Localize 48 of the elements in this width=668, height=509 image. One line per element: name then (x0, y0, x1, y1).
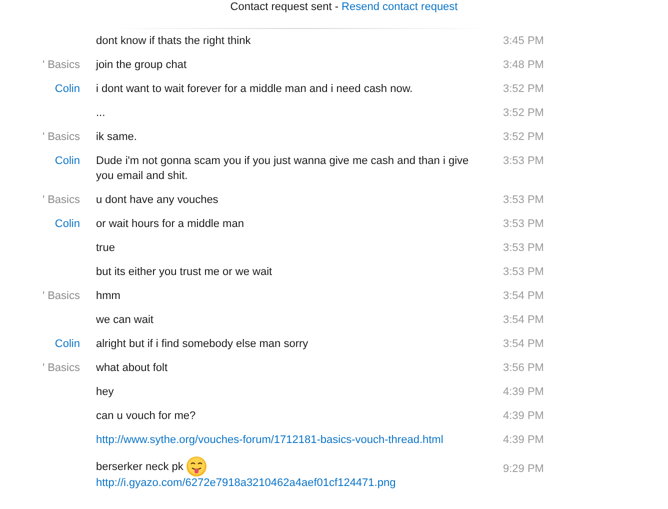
sender-name: ' Basics (42, 193, 80, 207)
message-time: 3:45 PM (503, 34, 544, 49)
message-time: 3:52 PM (503, 82, 544, 97)
sender-name: Colin (54, 154, 80, 168)
message-time: 3:52 PM (503, 106, 544, 121)
sender-name: ' Basics (42, 130, 80, 144)
message-text: i dont want to wait forever for a middle man and i need cash now. (96, 82, 413, 97)
sender-name: ' Basics (42, 361, 80, 375)
message-time: 3:52 PM (503, 130, 544, 145)
message-time: 3:54 PM (503, 313, 544, 328)
message-time: 3:48 PM (503, 58, 544, 73)
message-time: 3:56 PM (503, 361, 544, 376)
message-time: 9:29 PM (503, 462, 544, 477)
message-time: 4:39 PM (503, 433, 544, 448)
message-link[interactable]: http://www.sythe.org/vouches-forum/1712181-basics-vouch-thread.html (96, 432, 444, 448)
message-time: 3:53 PM (503, 241, 544, 256)
message-time: 3:53 PM (503, 193, 544, 208)
message-text: Dude i'm not gonna scam you if you just wanna give me cash and than i give you email and shit. (96, 154, 470, 184)
message-time: 4:39 PM (503, 385, 544, 400)
sender-name: Colin (54, 217, 80, 231)
message-time: 3:54 PM (503, 337, 544, 352)
message-link[interactable]: http://i.gyazo.com/6272e7918a3210462a4aef01cf124471.png (96, 476, 396, 491)
message-text: true (96, 241, 115, 256)
message-text: ... (96, 106, 106, 121)
sender-name: ' Basics (42, 58, 80, 72)
message-text: ik same. (96, 130, 137, 145)
message-text: hey (96, 385, 114, 400)
message-text: or wait hours for a middle man (96, 217, 244, 232)
message-text: u dont have any vouches (96, 193, 218, 208)
status-text: Contact request sent - (230, 0, 340, 15)
message-text: join the group chat (96, 58, 187, 73)
message-text: hmm (96, 289, 120, 304)
message-text: dont know if thats the right think (96, 34, 251, 49)
sender-name: ' Basics (42, 289, 80, 303)
message-time: 3:53 PM (503, 265, 544, 280)
message-text: berserker neck pk (96, 460, 184, 475)
message-time: 3:53 PM (503, 217, 544, 232)
message-text: we can wait (96, 313, 154, 328)
message-text: alright but if i find somebody else man sorry (96, 337, 308, 352)
resend-link[interactable]: Resend contact request (342, 0, 458, 16)
message-time: 3:53 PM (503, 154, 544, 169)
sender-name: Colin (54, 337, 80, 351)
sender-name: Colin (54, 82, 80, 96)
message-time: 4:39 PM (503, 409, 544, 424)
message-text: what about folt (96, 361, 168, 376)
message-text: but its either you trust me or we wait (96, 265, 272, 280)
message-time: 3:54 PM (503, 289, 544, 304)
message-text: can u vouch for me? (96, 409, 196, 424)
